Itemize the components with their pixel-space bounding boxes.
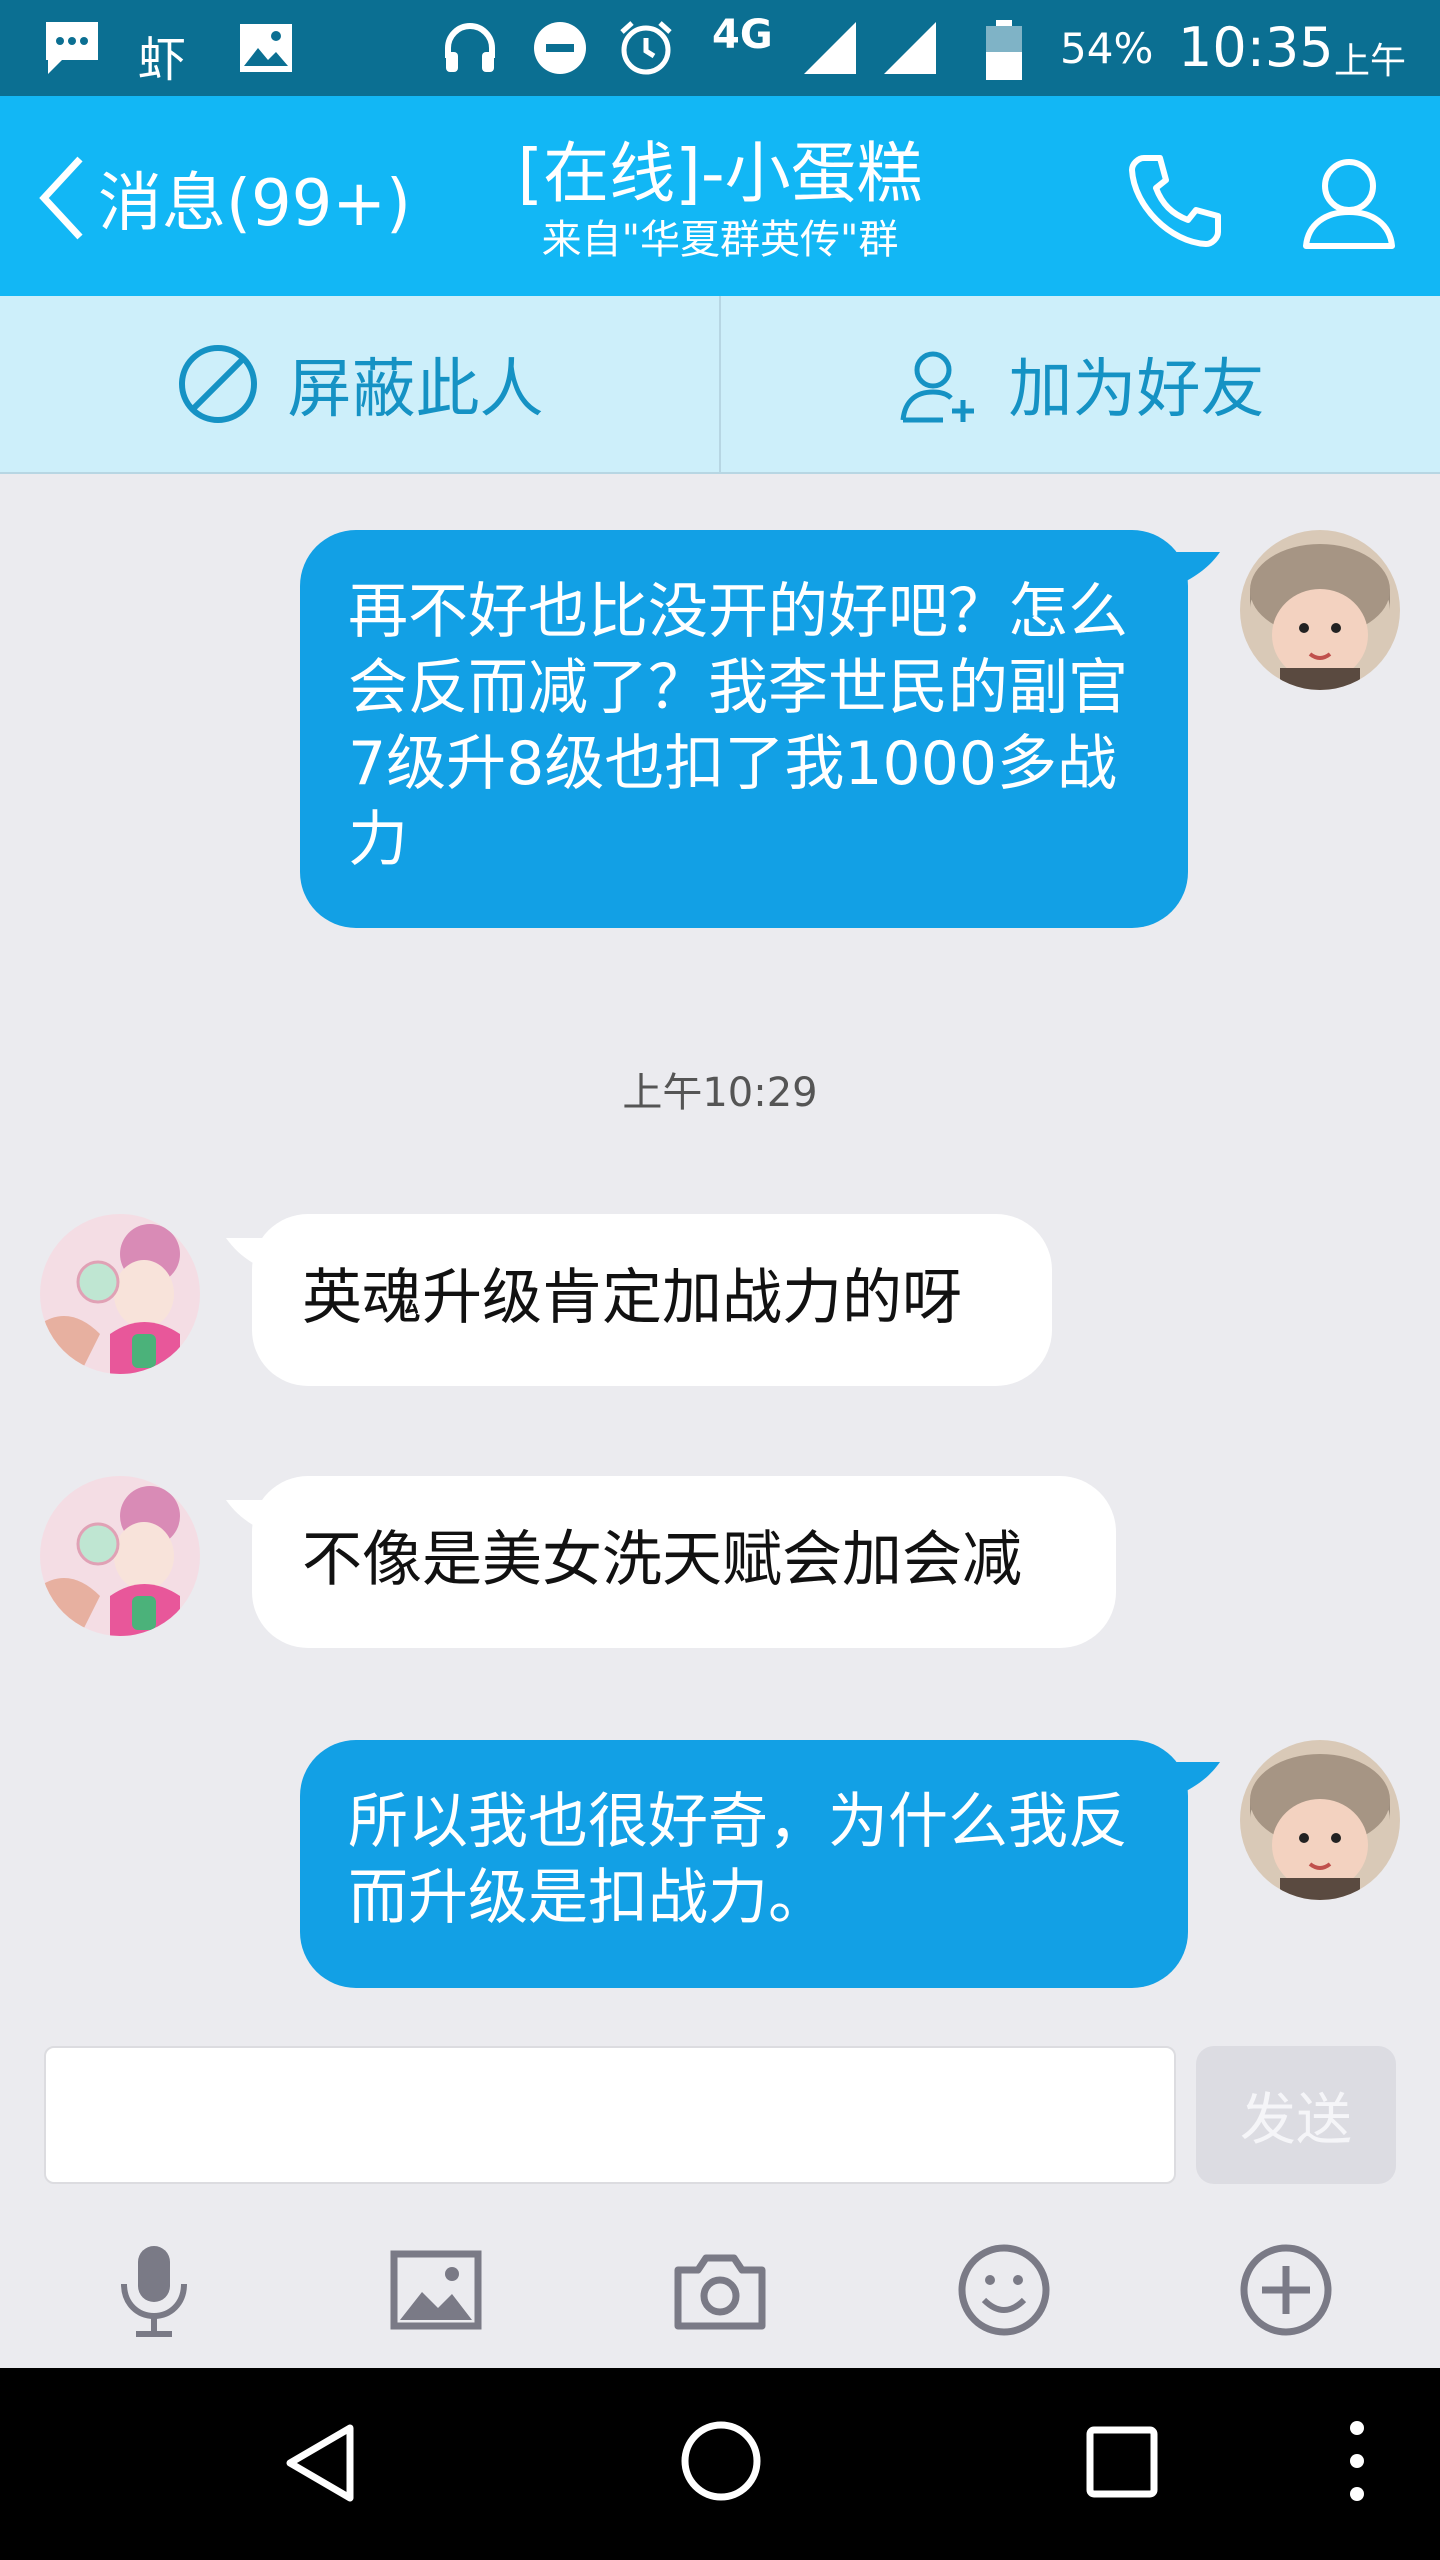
bubble-tail [1170, 1762, 1220, 1796]
bubble-tail [1170, 552, 1220, 586]
emoji-icon[interactable] [954, 2240, 1054, 2340]
baby-avatar-icon [1240, 1740, 1400, 1900]
avatar-contact[interactable] [40, 1476, 200, 1636]
avatar-contact[interactable] [40, 1214, 200, 1374]
headphones-icon [445, 23, 495, 72]
chevron-left-icon [39, 156, 83, 240]
microphone-icon[interactable] [104, 2240, 204, 2340]
timestamp: 上午10:29 [622, 1070, 818, 1116]
gallery-notification-icon [240, 24, 292, 72]
clock: 10:35 [1178, 16, 1334, 79]
add-friend-button[interactable]: 加为好友 [721, 296, 1440, 472]
home-circle-icon[interactable] [678, 2418, 764, 2504]
message-bubble-incoming[interactable]: 不像是美女洗天赋会加会减 [252, 1476, 1116, 1648]
do-not-disturb-icon [534, 22, 586, 74]
signal-icon [804, 22, 856, 74]
message-text: 英魂升级肯定加战力的呀 [302, 1263, 962, 1333]
message-text: 所以我也很好奇，为什么我反而升级是扣战力。 [348, 1787, 1128, 1933]
message-bubble-outgoing[interactable]: 再不好也比没开的好吧？怎么会反而减了？我李世民的副官7级升8级也扣了我1000多… [300, 530, 1188, 928]
status-bar: 虾 4G 54% 10:35 上午 [0, 0, 1440, 96]
clock-ampm: 上午 [1334, 41, 1407, 82]
add-friend-icon [900, 351, 974, 423]
avatar-self[interactable] [1240, 530, 1400, 690]
block-user-button[interactable]: 屏蔽此人 [0, 296, 719, 472]
message-bubble-incoming[interactable]: 英魂升级肯定加战力的呀 [252, 1214, 1052, 1386]
network-type: 4G [712, 12, 773, 58]
plus-circle-icon[interactable] [1236, 2240, 1336, 2340]
image-icon[interactable] [386, 2240, 486, 2340]
back-label: 消息(99+) [98, 167, 411, 241]
anime-avatar-icon [40, 1476, 200, 1636]
stranger-action-bar: 屏蔽此人 加为好友 [0, 296, 1440, 474]
input-toolbar [0, 2210, 1440, 2370]
message-text: 再不好也比没开的好吧？怎么会反而减了？我李世民的副官7级升8级也扣了我1000多… [348, 577, 1128, 875]
camera-icon[interactable] [670, 2240, 770, 2340]
page-title: [在线]-小蛋糕 [517, 135, 923, 212]
recents-square-icon[interactable] [1084, 2424, 1160, 2500]
battery-icon [986, 20, 1022, 80]
page-subtitle: 来自"华夏群英传"群 [541, 217, 899, 263]
header-title-block: [在线]-小蛋糕 来自"华夏群英传"群 [420, 134, 1020, 266]
system-nav-bar [0, 2368, 1440, 2560]
block-user-label: 屏蔽此人 [287, 353, 544, 427]
app-notification-badge: 虾 [138, 32, 187, 88]
signal-2-icon [884, 22, 936, 74]
more-dots-icon[interactable] [1342, 2416, 1372, 2506]
avatar-self[interactable] [1240, 1740, 1400, 1900]
block-icon [178, 345, 257, 423]
send-button[interactable]: 发送 [1196, 2046, 1396, 2184]
message-text: 不像是美女洗天赋会加会减 [302, 1525, 1022, 1595]
message-notification-icon [46, 22, 98, 74]
chat-header: 消息(99+) [在线]-小蛋糕 来自"华夏群英传"群 [0, 96, 1440, 296]
back-button[interactable]: 消息(99+) [36, 148, 411, 248]
baby-avatar-icon [1240, 530, 1400, 690]
back-triangle-icon[interactable] [280, 2418, 360, 2508]
battery-percent: 54% [1060, 24, 1154, 73]
add-friend-label: 加为好友 [1008, 353, 1265, 427]
anime-avatar-icon [40, 1214, 200, 1374]
message-input[interactable] [44, 2046, 1176, 2184]
message-bubble-outgoing[interactable]: 所以我也很好奇，为什么我反而升级是扣战力。 [300, 1740, 1188, 1988]
profile-icon[interactable] [1294, 146, 1404, 256]
phone-call-icon[interactable] [1120, 146, 1230, 256]
alarm-icon [620, 21, 672, 75]
